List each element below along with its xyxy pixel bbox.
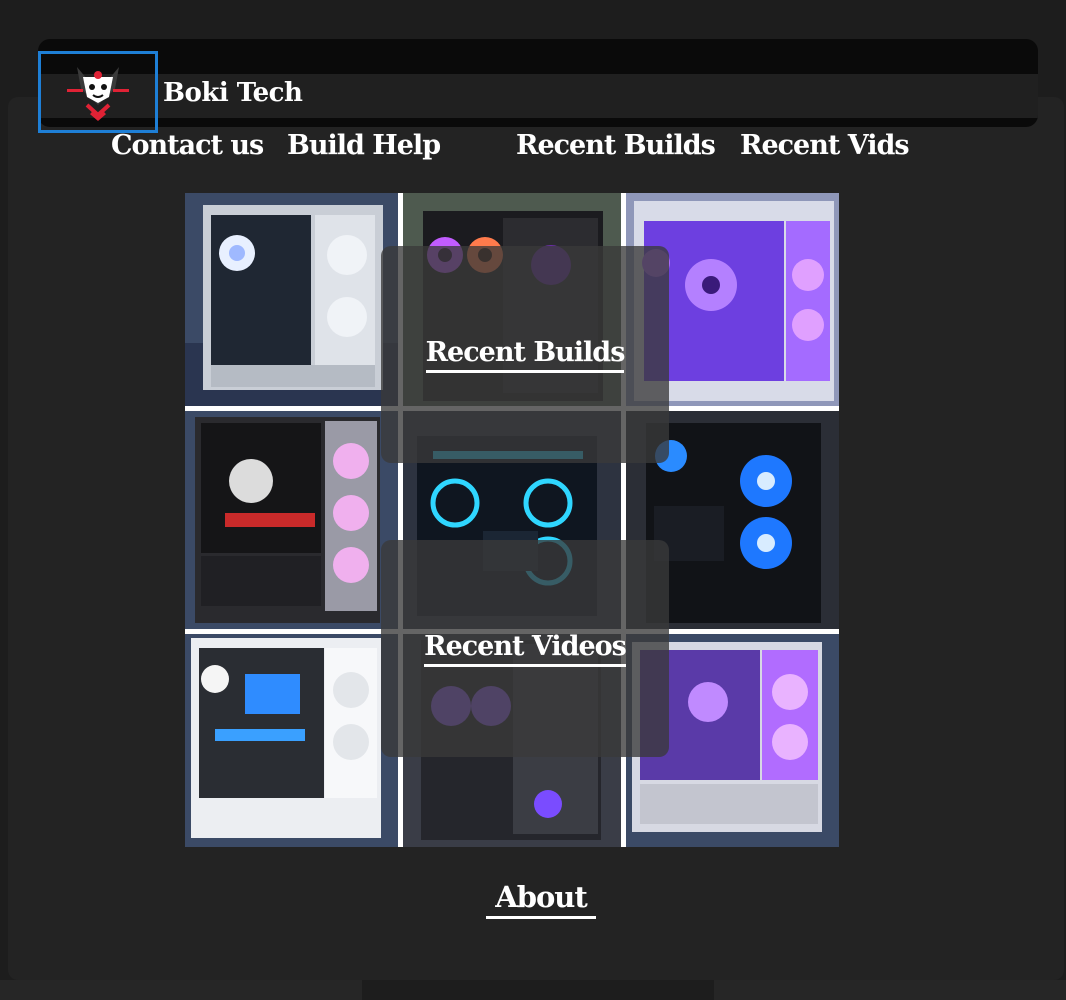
gallery-tile-white-fractal-build — [185, 193, 398, 406]
nav-build-help[interactable]: Build Help — [287, 130, 441, 161]
recent-videos-overlay-title: Recent Videos — [424, 631, 627, 667]
gallery-tile-white-blue-build — [185, 634, 398, 847]
bottom-strip-right — [714, 980, 1066, 1000]
nav-contact-us[interactable]: Contact us — [111, 130, 264, 161]
bottom-strip-left — [0, 980, 362, 1000]
nav-recent-vids[interactable]: Recent Vids — [740, 130, 910, 161]
nav-recent-builds[interactable]: Recent Builds — [516, 130, 716, 161]
logo-link[interactable] — [38, 51, 158, 133]
about-link[interactable]: About — [486, 880, 596, 919]
recent-videos-overlay[interactable]: Recent Videos — [381, 540, 669, 757]
gallery-tile-montech-pink-build — [185, 411, 398, 629]
site-title: Boki Tech — [163, 78, 303, 108]
recent-builds-overlay[interactable]: Recent Builds — [381, 246, 669, 463]
samurai-cat-logo-icon — [67, 67, 129, 121]
recent-builds-overlay-title: Recent Builds — [425, 337, 625, 373]
